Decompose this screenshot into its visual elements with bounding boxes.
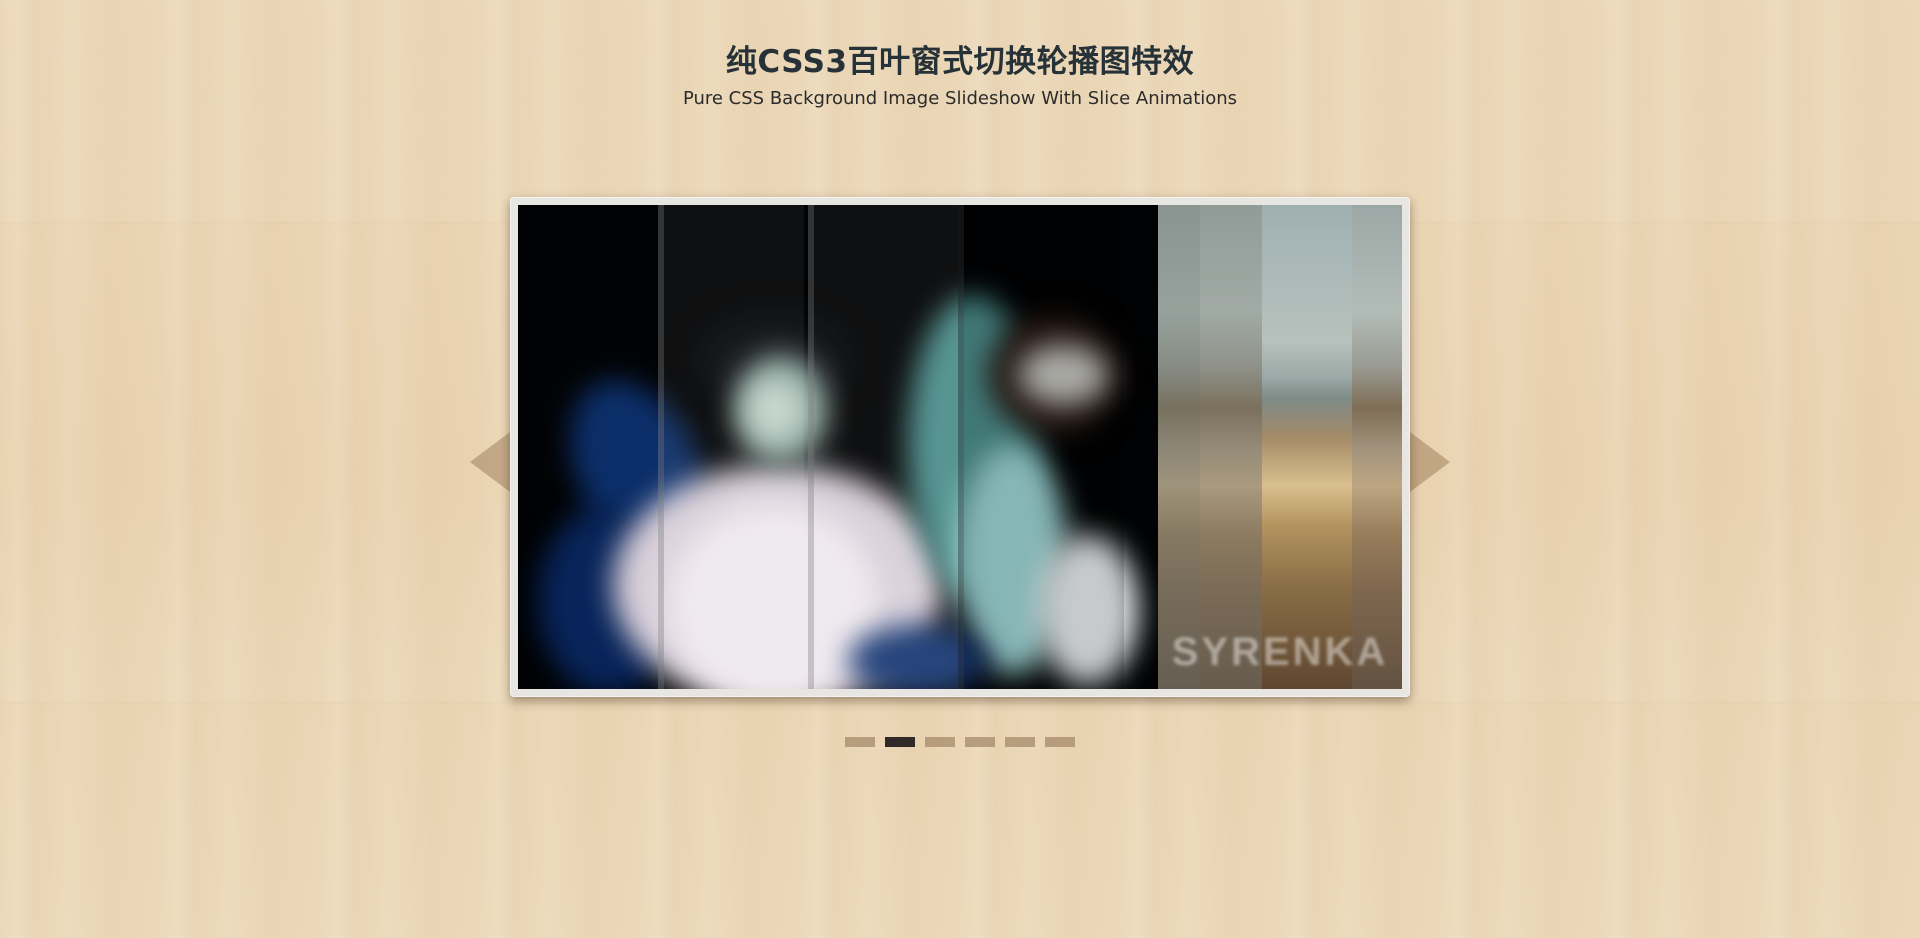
slideshow-frame: SYRENKA: [510, 197, 1410, 697]
slice-strip: [1200, 205, 1262, 689]
page-header: 纯CSS3百叶窗式切换轮播图特效 Pure CSS Background Ima…: [0, 40, 1920, 110]
page-title: 纯CSS3百叶窗式切换轮播图特效: [725, 44, 1195, 80]
slice-strip: [1352, 205, 1402, 689]
slide-dot-2[interactable]: [885, 737, 915, 747]
prev-arrow-icon[interactable]: [470, 432, 510, 492]
slice-strip: [808, 205, 964, 689]
slice-strip: [658, 205, 804, 689]
slide-dot-5[interactable]: [1005, 737, 1035, 747]
slide-dot-3[interactable]: [925, 737, 955, 747]
slice-strip: [1262, 205, 1352, 689]
slide-dot-4[interactable]: [965, 737, 995, 747]
image-watermark: SYRENKA: [1171, 630, 1389, 674]
slice-strip: [958, 205, 1124, 689]
slide-image-portrait: [518, 205, 1158, 689]
slide-image-landscape: SYRENKA: [1158, 205, 1402, 689]
slide-pagination: [845, 737, 1075, 747]
slice-strip: [1158, 205, 1200, 689]
slideshow-viewport: SYRENKA: [518, 205, 1402, 689]
slide-dot-6[interactable]: [1045, 737, 1075, 747]
next-arrow-icon[interactable]: [1410, 432, 1450, 492]
slide-dot-1[interactable]: [845, 737, 875, 747]
page-subtitle: Pure CSS Background Image Slideshow With…: [682, 88, 1238, 109]
